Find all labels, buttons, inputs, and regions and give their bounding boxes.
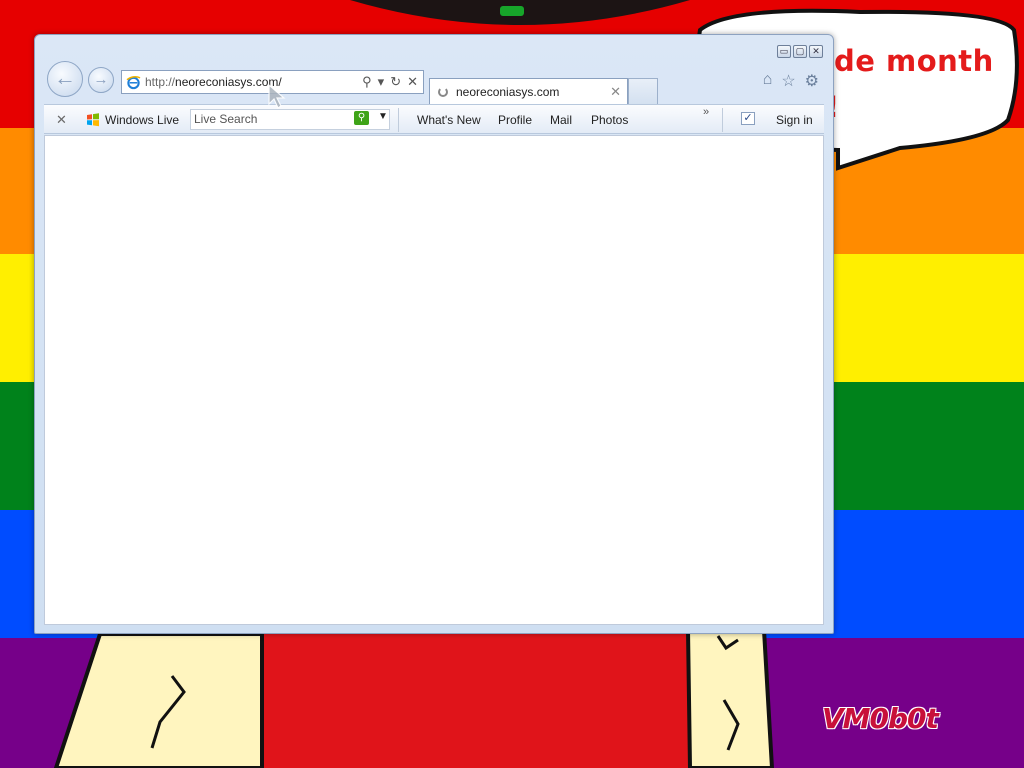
toolbar-close-icon[interactable]: ✕ bbox=[56, 112, 67, 128]
address-url[interactable]: http://neoreconiasys.com/ bbox=[145, 75, 362, 89]
watermark: VM0b0t bbox=[822, 702, 939, 735]
search-icon[interactable]: ⚲ bbox=[362, 74, 372, 90]
tools-gear-icon[interactable]: ⚙ bbox=[805, 71, 819, 91]
toolbar-divider bbox=[398, 108, 399, 132]
loading-spinner-icon bbox=[438, 87, 448, 97]
page-content[interactable] bbox=[44, 135, 824, 625]
home-icon[interactable]: ⌂ bbox=[763, 71, 773, 91]
maximize-button[interactable]: ▢ bbox=[793, 45, 807, 58]
forward-arrow-icon: → bbox=[93, 71, 109, 88]
windows-live-link[interactable]: Windows Live bbox=[105, 113, 179, 127]
stop-icon[interactable]: ✕ bbox=[407, 74, 418, 90]
url-protocol: http:// bbox=[145, 75, 176, 89]
tab-title: neoreconiasys.com bbox=[456, 85, 560, 99]
new-tab-button[interactable] bbox=[628, 78, 658, 105]
left-arm bbox=[53, 632, 264, 768]
close-button[interactable]: ✕ bbox=[809, 45, 823, 58]
forward-button[interactable]: → bbox=[88, 67, 114, 93]
window-controls: ▭ ▢ ✕ bbox=[777, 45, 823, 58]
command-icons: ⌂ ☆ ⚙ bbox=[763, 71, 819, 91]
dropdown-icon[interactable]: ▾ bbox=[378, 74, 385, 90]
ie-logo-icon bbox=[125, 74, 141, 90]
green-eye bbox=[500, 6, 524, 16]
search-go-icon[interactable]: ⚲ bbox=[354, 111, 369, 125]
profile-link[interactable]: Profile bbox=[498, 113, 532, 127]
address-tools: ⚲ ▾ ↻ ✕ bbox=[362, 74, 418, 90]
browser-window: ▭ ▢ ✕ ← → http://neoreconiasys.com/ ⚲ ▾ … bbox=[34, 34, 834, 634]
minimize-button[interactable]: ▭ bbox=[777, 45, 791, 58]
back-arrow-icon: ← bbox=[54, 65, 76, 90]
tab-close-icon[interactable]: ✕ bbox=[610, 84, 621, 100]
whats-new-link[interactable]: What's New bbox=[417, 113, 481, 127]
mouse-cursor-icon bbox=[268, 84, 286, 109]
search-dropdown-icon[interactable]: ▼ bbox=[378, 111, 388, 122]
windows-live-toolbar: ✕ Windows Live Live Search ⚲ ▼ What's Ne… bbox=[44, 104, 824, 134]
red-shirt bbox=[262, 628, 690, 768]
url-host: neoreconiasys.com/ bbox=[175, 75, 282, 89]
windows-logo-icon bbox=[86, 113, 100, 127]
favorites-star-icon[interactable]: ☆ bbox=[781, 71, 795, 91]
bubble-text-line1: de month bbox=[834, 44, 994, 78]
photos-link[interactable]: Photos bbox=[591, 113, 628, 127]
sign-in-link[interactable]: Sign in bbox=[776, 113, 813, 127]
toolbar-divider bbox=[722, 108, 723, 132]
back-button[interactable]: ← bbox=[47, 61, 83, 97]
mail-link[interactable]: Mail bbox=[550, 113, 572, 127]
refresh-icon[interactable]: ↻ bbox=[390, 74, 401, 90]
tab-active[interactable]: neoreconiasys.com ✕ bbox=[429, 78, 628, 105]
checkbox-icon[interactable]: ✓ bbox=[741, 112, 755, 125]
more-chevron-icon[interactable]: » bbox=[703, 106, 709, 118]
